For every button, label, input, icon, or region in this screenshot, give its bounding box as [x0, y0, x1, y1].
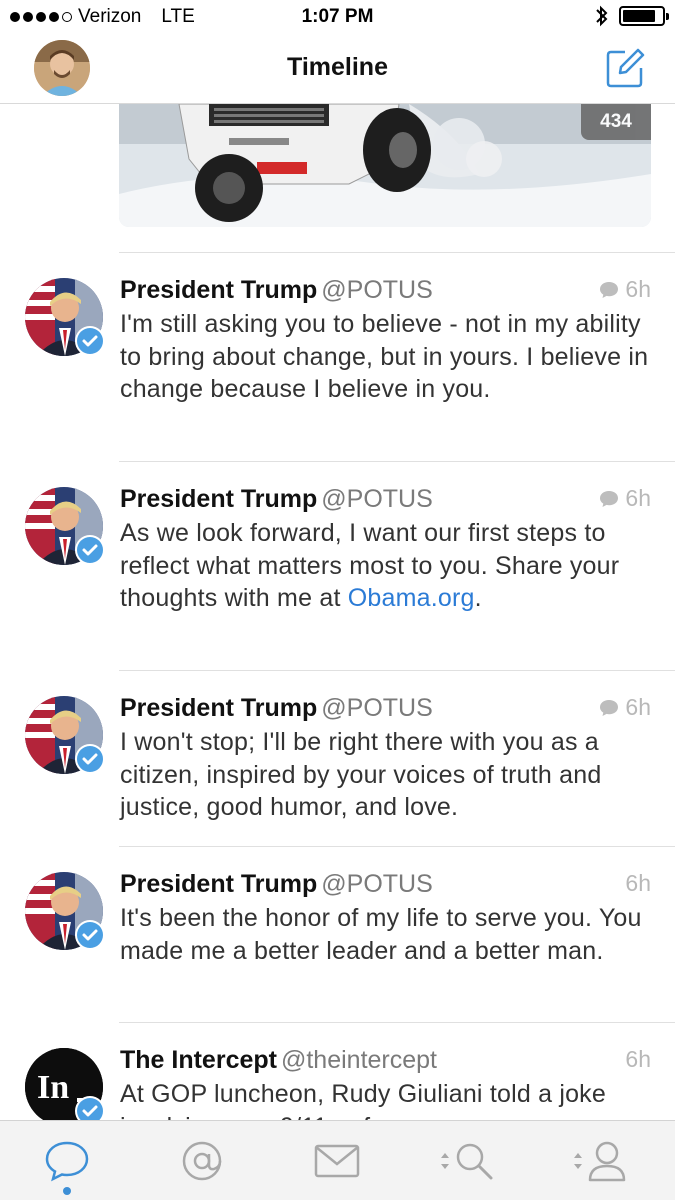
search-tab[interactable] [437, 1135, 497, 1187]
tweet-divider [119, 670, 675, 671]
author-name[interactable]: President Trump [120, 485, 317, 513]
tweet-text: I won't stop; I'll be right there with y… [120, 728, 602, 821]
tweet-header: President Trump @POTUS 6h [120, 870, 651, 900]
compose-button[interactable] [605, 48, 645, 88]
compose-icon [606, 48, 645, 88]
verified-badge-icon [75, 920, 105, 950]
page-title: Timeline [287, 53, 388, 81]
mentions-tab[interactable] [172, 1135, 232, 1187]
tweet-timestamp: 6h [625, 485, 651, 511]
media-count-badge: 434 [581, 104, 651, 140]
messages-tab[interactable] [307, 1135, 367, 1187]
tweet-divider [119, 846, 675, 847]
author-handle: @theintercept [280, 1046, 438, 1074]
battery-icon [619, 6, 669, 26]
tweet-media-image[interactable]: 434 [119, 104, 651, 227]
profile-tab[interactable] [570, 1135, 630, 1187]
tweet-header: The Intercept @theintercept 6h [120, 1046, 651, 1076]
author-name[interactable]: President Trump [120, 870, 317, 898]
tweet-header: President Trump @POTUS 6h [120, 694, 651, 724]
author-handle: @POTUS [321, 870, 433, 898]
author-name[interactable]: President Trump [120, 276, 317, 304]
verified-badge-icon [75, 326, 105, 356]
tweet-text: At GOP luncheon, Rudy Giuliani told a jo… [120, 1080, 606, 1120]
reply-bubble-icon [600, 699, 619, 716]
status-bar: Verizon LTE 1:07 PM [0, 0, 675, 36]
tweet-header: President Trump @POTUS 6h [120, 276, 651, 306]
nav-bar: Timeline [0, 36, 675, 104]
tweet-header: President Trump @POTUS 6h [120, 485, 651, 515]
tweet-text: As we look forward, I want our first ste… [120, 517, 651, 615]
author-handle: @POTUS [321, 694, 433, 722]
search-icon [456, 1143, 493, 1180]
tweet-divider [119, 252, 675, 253]
tweet-text: It's been the honor of my life to serve … [120, 904, 642, 965]
tweet-timestamp: 6h [625, 694, 651, 720]
tweet-item[interactable]: President Trump @POTUS 6h As we look forw… [0, 481, 675, 671]
tweet-link[interactable]: Obama.org [348, 584, 475, 612]
tweet-timestamp: 6h [625, 1046, 651, 1072]
chat-bubble-icon [45, 1141, 89, 1182]
tab-bar [0, 1120, 675, 1200]
intercept-logo-text: In [37, 1069, 69, 1106]
tweet-text: I'm still asking you to believe - not in… [120, 310, 649, 403]
tweet-item[interactable]: President Trump @POTUS 6h I won't stop; I… [0, 690, 675, 850]
reply-bubble-icon [600, 281, 619, 298]
at-sign-icon [182, 1141, 222, 1181]
timeline[interactable]: 434 President Trump @POTUS 6h I'm still … [0, 104, 675, 1120]
timeline-tab[interactable] [37, 1135, 97, 1195]
author-handle: @POTUS [321, 485, 433, 513]
tweet-item[interactable]: President Trump @POTUS 6h I'm still askin… [0, 272, 675, 462]
sort-arrows-icon [441, 1153, 449, 1169]
verified-badge-icon [75, 535, 105, 565]
verified-badge-icon [75, 744, 105, 774]
tweet-divider [119, 1022, 675, 1023]
verified-badge-icon [75, 1096, 105, 1120]
author-name[interactable]: The Intercept [120, 1046, 277, 1074]
tweet-item[interactable]: In The Intercept @theintercept 6h At GOP … [0, 1042, 675, 1120]
tweet-timestamp: 6h [625, 870, 651, 896]
bluetooth-icon [596, 5, 608, 27]
tweet-timestamp: 6h [625, 276, 651, 302]
tweet-divider [119, 461, 675, 462]
tweet-text-part: . [474, 584, 482, 612]
envelope-icon [314, 1144, 360, 1178]
tweet-item[interactable]: President Trump @POTUS 6h It's been the h… [0, 866, 675, 1026]
reply-bubble-icon [600, 490, 619, 507]
person-icon [588, 1141, 626, 1182]
sort-arrows-icon [574, 1153, 582, 1169]
author-handle: @POTUS [321, 276, 433, 304]
status-time: 1:07 PM [301, 6, 374, 27]
active-tab-indicator [63, 1187, 71, 1195]
author-name[interactable]: President Trump [120, 694, 317, 722]
